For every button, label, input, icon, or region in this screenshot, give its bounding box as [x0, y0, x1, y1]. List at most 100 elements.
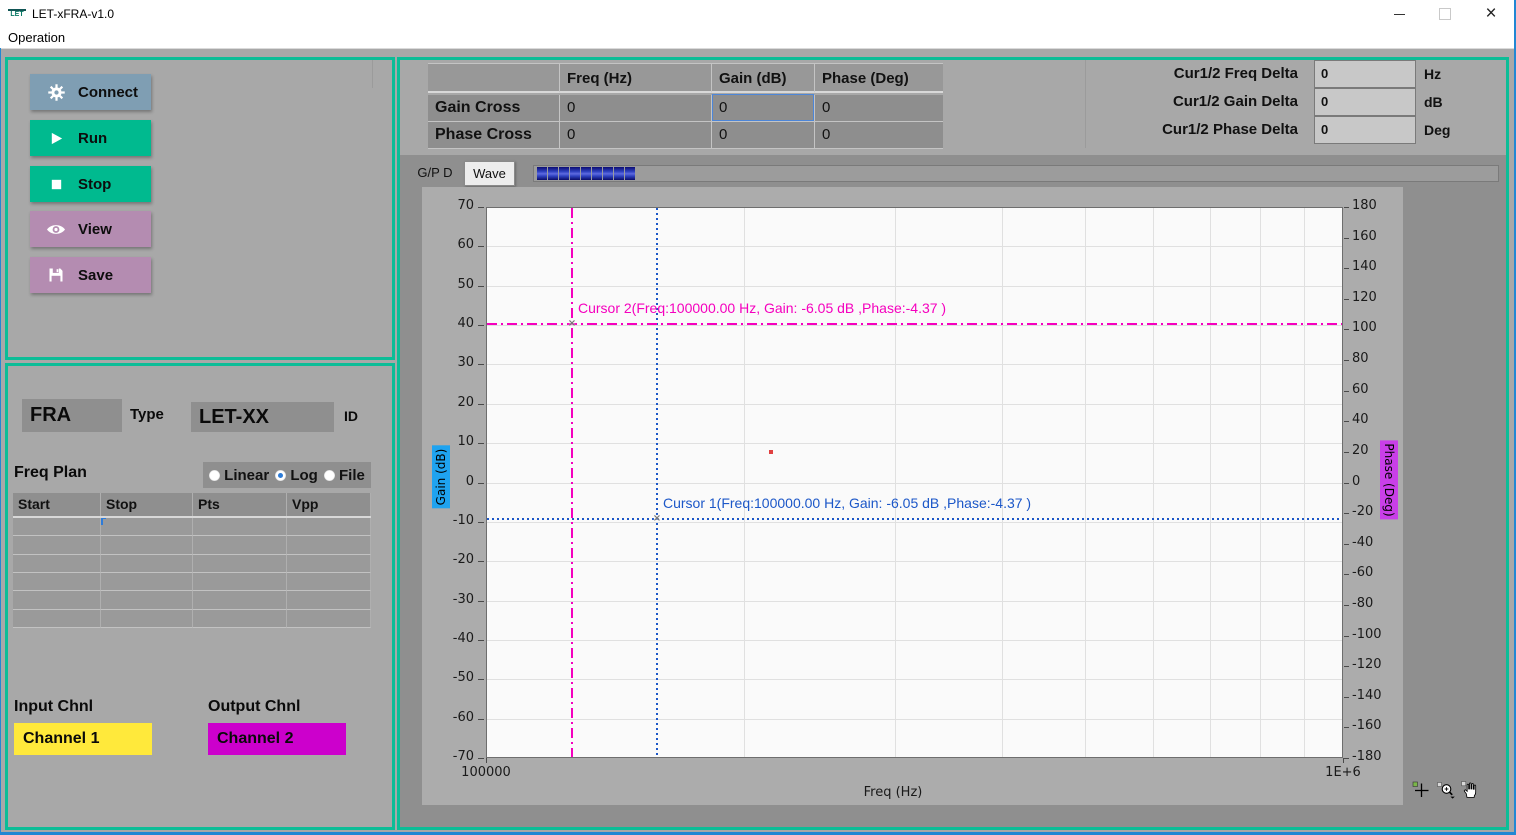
- device-id-label: ID: [344, 408, 358, 424]
- output-channel-label: Output Chnl: [208, 698, 300, 716]
- pan-tool-icon[interactable]: [1461, 781, 1478, 803]
- radio-file[interactable]: File: [324, 467, 365, 484]
- button-stop[interactable]: Stop: [30, 166, 151, 202]
- freq-plan-cell[interactable]: [13, 573, 101, 591]
- gain-tick-mark: [478, 207, 484, 208]
- freq-plan-cell[interactable]: [287, 555, 371, 573]
- freq-plan-cell[interactable]: [13, 555, 101, 573]
- maximize-button[interactable]: [1422, 0, 1468, 28]
- freq-plan-cell[interactable]: [287, 536, 371, 554]
- freq-plan-cell[interactable]: [101, 610, 193, 628]
- cursor-2-label: Cursor 2(Freq:100000.00 Hz, Gain: -6.05 …: [578, 300, 946, 316]
- phase-tick-label: 120: [1352, 290, 1377, 305]
- freq-plan-cell[interactable]: [101, 536, 193, 554]
- delta-value-2[interactable]: 0: [1314, 116, 1416, 144]
- freq-mode-radio-group: Linear Log File: [203, 462, 371, 488]
- cross-table-value[interactable]: 0: [815, 95, 943, 122]
- button-connect[interactable]: Connect: [30, 74, 151, 110]
- freq-plan-cell[interactable]: [193, 518, 287, 536]
- delta-label-1: Cur1/2 Gain Delta: [1128, 88, 1298, 116]
- freq-plan-cell[interactable]: [13, 591, 101, 609]
- gain-tick-label: 10: [430, 434, 474, 449]
- close-button[interactable]: ×: [1468, 0, 1514, 28]
- cursor-1-marker[interactable]: ×: [653, 513, 661, 524]
- gain-tick-label: -40: [430, 631, 474, 646]
- gain-tick-mark: [478, 601, 484, 602]
- x-tick-mark: [1343, 758, 1344, 763]
- phase-axis-label: Phase (Deg): [1380, 440, 1398, 519]
- freq-plan-cell[interactable]: [13, 610, 101, 628]
- cursor-2-hline[interactable]: [487, 323, 1342, 325]
- x-tick-mark: [486, 758, 487, 763]
- eye-icon: [46, 222, 66, 237]
- cross-table-value[interactable]: 0: [560, 122, 712, 149]
- device-type-field[interactable]: FRA: [22, 399, 122, 432]
- floppy-icon: [46, 267, 66, 283]
- delta-value-1[interactable]: 0: [1314, 88, 1416, 116]
- freq-plan-header-start: Start: [13, 493, 101, 516]
- table-edit-caret: [101, 518, 106, 525]
- phase-tick-mark: [1344, 636, 1349, 637]
- freq-plan-cell[interactable]: [193, 555, 287, 573]
- gridline-horizontal: [487, 601, 1342, 602]
- tab-gain-phase-display[interactable]: G/P D: [408, 160, 462, 186]
- delta-value-0[interactable]: 0: [1314, 60, 1416, 88]
- phase-tick-mark: [1344, 544, 1349, 545]
- freq-plan-cell[interactable]: [101, 591, 193, 609]
- phase-tick-mark: [1344, 513, 1349, 514]
- freq-plan-cell[interactable]: [193, 610, 287, 628]
- gridline-horizontal: [487, 561, 1342, 562]
- freq-plan-cell[interactable]: [101, 573, 193, 591]
- freq-plan-cell[interactable]: [101, 555, 193, 573]
- freq-plan-cell[interactable]: [193, 536, 287, 554]
- zoom-tool-icon[interactable]: [1437, 782, 1457, 804]
- gridline-horizontal: [487, 286, 1342, 287]
- cross-table-value[interactable]: 0: [815, 122, 943, 149]
- radio-label: File: [339, 467, 365, 484]
- gain-tick-label: -60: [430, 710, 474, 725]
- radio-log[interactable]: Log: [275, 467, 318, 484]
- phase-tick-label: -80: [1352, 596, 1373, 611]
- input-channel-selector[interactable]: Channel 1: [14, 723, 152, 755]
- cursor-2-vline[interactable]: [571, 208, 573, 757]
- radio-linear[interactable]: Linear: [209, 467, 269, 484]
- cursor-1-vline[interactable]: [656, 208, 658, 757]
- freq-plan-cell[interactable]: [193, 573, 287, 591]
- device-id-field[interactable]: LET-XX: [191, 402, 334, 432]
- freq-plan-cell[interactable]: [13, 536, 101, 554]
- delta-unit-2: Deg: [1424, 116, 1450, 144]
- progress-segment: [592, 167, 602, 180]
- freq-plan-cell[interactable]: [13, 518, 101, 536]
- crosshair-tool-icon[interactable]: [1412, 781, 1430, 804]
- phase-tick-label: 20: [1352, 443, 1369, 458]
- cursor-2-marker[interactable]: ×: [568, 318, 576, 329]
- progress-segment: [603, 167, 613, 180]
- output-channel-selector[interactable]: Channel 2: [208, 723, 346, 755]
- cross-table-value[interactable]: 0: [712, 122, 815, 149]
- button-save[interactable]: Save: [30, 257, 151, 293]
- gain-tick-label: 70: [430, 198, 474, 213]
- button-view[interactable]: View: [30, 211, 151, 247]
- freq-plan-cell[interactable]: [287, 573, 371, 591]
- button-label: View: [78, 221, 112, 238]
- freq-plan-cell[interactable]: [287, 610, 371, 628]
- cursor-1-hline[interactable]: [487, 518, 1342, 520]
- radio-label: Log: [290, 467, 318, 484]
- panel-divider: [1085, 60, 1086, 148]
- freq-plan-cell[interactable]: [287, 591, 371, 609]
- phase-tick-mark: [1344, 452, 1349, 453]
- phase-tick-label: 100: [1352, 320, 1377, 335]
- tab-wave[interactable]: Wave: [464, 161, 515, 186]
- cross-table-value[interactable]: 0: [560, 95, 712, 122]
- freq-plan-cell[interactable]: [193, 591, 287, 609]
- delta-label-2: Cur1/2 Phase Delta: [1128, 116, 1298, 144]
- gain-tick-label: 50: [430, 277, 474, 292]
- freq-plan-cell[interactable]: [287, 518, 371, 536]
- menu-item-operation[interactable]: Operation: [0, 28, 73, 48]
- phase-tick-mark: [1344, 727, 1349, 728]
- freq-plan-cell[interactable]: [101, 518, 193, 536]
- phase-tick-label: -40: [1352, 535, 1373, 550]
- minimize-button[interactable]: [1376, 0, 1422, 28]
- button-run[interactable]: Run: [30, 120, 151, 156]
- x-tick-label: 1E+6: [1303, 765, 1383, 780]
